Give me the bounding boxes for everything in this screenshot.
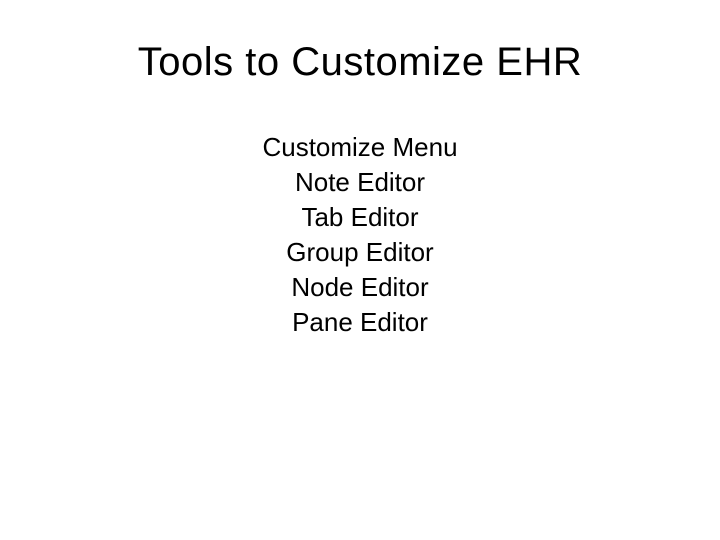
list-item: Node Editor [0, 270, 720, 305]
list-item: Customize Menu [0, 130, 720, 165]
list-item: Note Editor [0, 165, 720, 200]
list-item: Pane Editor [0, 305, 720, 340]
slide-title: Tools to Customize EHR [0, 40, 720, 85]
tools-list: Customize Menu Note Editor Tab Editor Gr… [0, 130, 720, 341]
list-item: Group Editor [0, 235, 720, 270]
list-item: Tab Editor [0, 200, 720, 235]
